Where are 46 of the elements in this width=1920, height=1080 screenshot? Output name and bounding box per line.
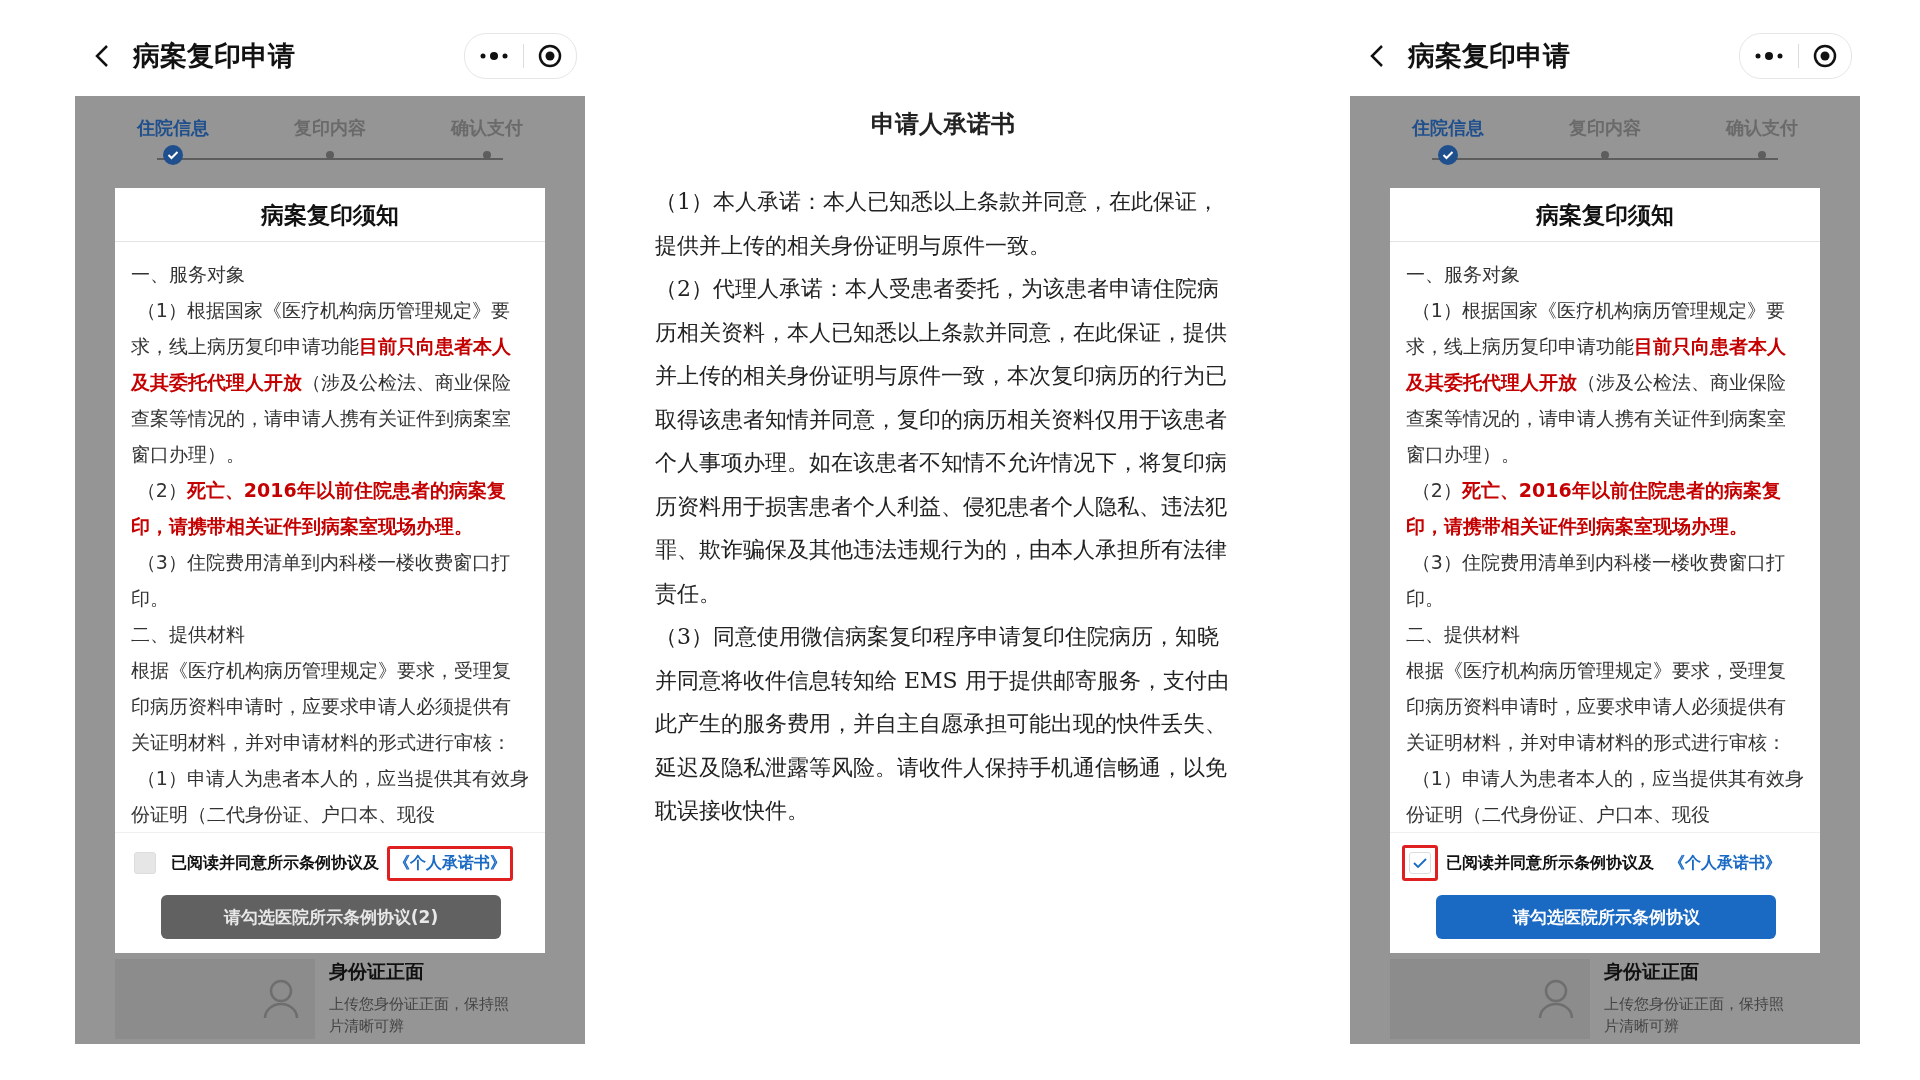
step-tab[interactable]: 住院信息: [137, 116, 210, 140]
notice-paragraph: 根据《医疗机构病历管理规定》要求，受理复印病历资料申请时，应要求申请人必须提供有关证明材料，并对申请材料的形式进行审核：: [1406, 658, 1787, 755]
document-title: 申请人承诺书: [869, 109, 1016, 140]
id-card-hint: 上传您身份证正面，保持照片清晰可辨: [329, 994, 510, 1037]
step-tab[interactable]: 住院信息: [1412, 116, 1485, 140]
dialog-title: 病案复印须知: [1390, 188, 1820, 242]
notice-item: （3）住院费用清单到内科楼一楼收费窗口打印。: [131, 550, 511, 611]
page-title: 病案复印申请: [133, 39, 296, 73]
promise-link[interactable]: 《个人承诺书》: [1669, 852, 1781, 874]
promise-paragraph: （3）同意使用微信病案复印程序申请复印住院病历，知晓并同意将收件信息转知给 EMS 用于提供邮寄服务，支付由此产生的服务费用，并自主自愿承担可能出现的快件丢失、延迟及隐私泄露等风险。请收件人保持手机通信畅通，以免耽误接收快件。: [655, 623, 1230, 825]
promise-paragraph: （1）本人承诺：本人已知悉以上条款并同意，在此保证，提供并上传的相关身份证明与原件一致。: [655, 188, 1220, 260]
notice-item: （1）申请人为患者本人的，应当提供其有效身份证明（二代身份证、户口本、现役: [1406, 766, 1804, 827]
target-icon[interactable]: [1813, 44, 1837, 68]
check-circle-icon: [163, 145, 184, 165]
promise-paragraph: （2）代理人承诺：本人受患者委托，为该患者申请住院病历相关资料，本人已知悉以上条款并同意，在此保证，提供并上传的相关身份证明与原件一致，本次复印病历的行为已取得该患者知情并同意，复印的病历相关资料仅用于该患者个人事项办理。如在该患者不知情不允许情况下，将复印病历资料用于损害患者个人利益、侵犯患者个人隐私、违法犯罪、欺诈骗保及其他违法违规行为的，由本人承担所有法律责任。: [655, 275, 1228, 608]
notice-item: （3）住院费用清单到内科楼一楼收费窗口打印。: [1406, 550, 1786, 611]
notice-item: （2）死亡、2016年以前住院患者的病案复印，请携带相关证件到病案室现场办理。: [1406, 478, 1782, 539]
more-icon[interactable]: [1754, 51, 1784, 61]
section-heading: 一、服务对象: [1406, 262, 1521, 287]
back-icon[interactable]: [1370, 44, 1384, 68]
notice-item: （1）申请人为患者本人的，应当提供其有效身份证明（二代身份证、户口本、现役: [131, 766, 529, 827]
back-icon[interactable]: [95, 44, 109, 68]
target-icon[interactable]: [538, 44, 562, 68]
notice-item: （2）死亡、2016年以前住院患者的病案复印，请携带相关证件到病案室现场办理。: [131, 478, 507, 539]
notice-item: （1）根据国家《医疗机构病历管理规定》要求，线上病历复印申请功能目前只向患者本人及其委托代理人开放（涉及公检法、商业保险查案等情况的，请申请人携有关证件到病案室窗口办理）。: [1406, 298, 1787, 467]
section-heading: 二、提供材料: [131, 622, 246, 647]
section-heading: 一、服务对象: [131, 262, 246, 287]
notice-item: （1）根据国家《医疗机构病历管理规定》要求，线上病历复印申请功能目前只向患者本人及其委托代理人开放（涉及公检法、商业保险查案等情况的，请申请人携有关证件到病案室窗口办理）。: [131, 298, 512, 467]
more-icon[interactable]: [479, 51, 509, 61]
page-title: 病案复印申请: [1408, 39, 1571, 73]
person-icon: [1538, 979, 1574, 1019]
agreement-text: 已阅读并同意所示条例协议及: [171, 852, 379, 874]
check-circle-icon: [1438, 145, 1459, 165]
id-card-hint: 上传您身份证正面，保持照片清晰可辨: [1604, 994, 1785, 1037]
id-card-title: 身份证正面: [1604, 959, 1700, 984]
checkbox[interactable]: [1409, 852, 1431, 874]
section-heading: 二、提供材料: [1406, 622, 1521, 647]
person-icon: [263, 979, 299, 1019]
id-card-title: 身份证正面: [329, 959, 425, 984]
agreement-text: 已阅读并同意所示条例协议及: [1446, 852, 1654, 874]
dialog-title: 病案复印须知: [115, 188, 545, 242]
checkbox[interactable]: [134, 852, 156, 874]
notice-paragraph: 根据《医疗机构病历管理规定》要求，受理复印病历资料申请时，应要求申请人必须提供有关证明材料，并对申请材料的形式进行审核：: [131, 658, 512, 755]
promise-link[interactable]: 《个人承诺书》: [394, 852, 506, 874]
submit-button[interactable]: 请勾选医院所示条例协议: [1436, 895, 1776, 939]
check-icon: [1413, 857, 1427, 869]
